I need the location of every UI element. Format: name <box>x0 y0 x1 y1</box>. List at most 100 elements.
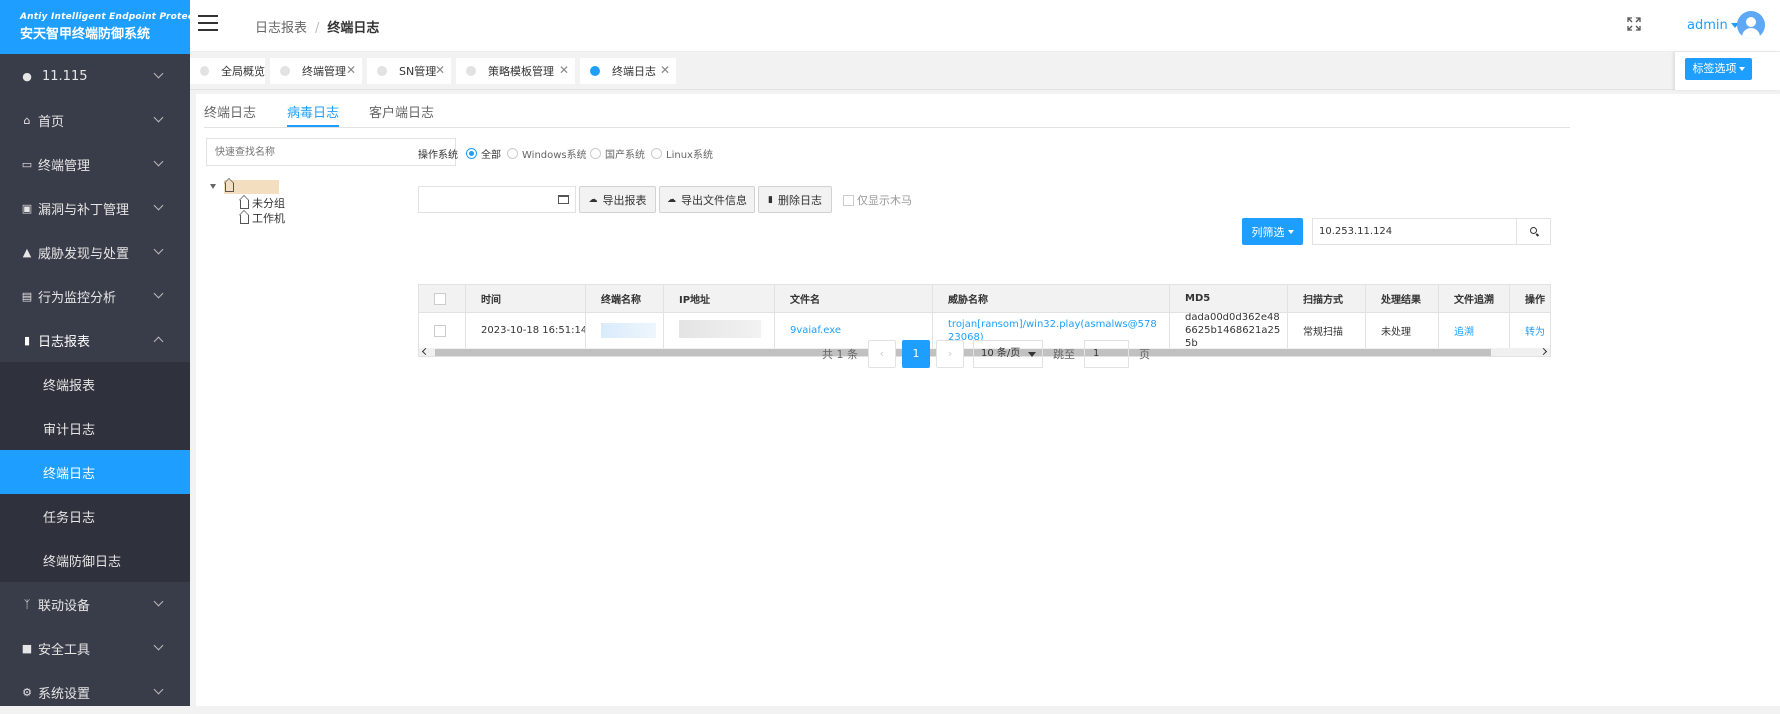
page-size-select[interactable]: 10 条/页 <box>973 340 1043 368</box>
calendar-icon[interactable] <box>558 195 569 204</box>
tree-node-ungrouped[interactable]: 未分组 <box>216 195 285 210</box>
col-result[interactable]: 处理结果 <box>1366 285 1439 312</box>
chevron-down-icon <box>153 684 164 695</box>
sidebar-item-behavior[interactable]: ▤ 行为监控分析 <box>0 274 190 318</box>
sidebar-item-vuln-patch[interactable]: ▣ 漏洞与补丁管理 <box>0 186 190 230</box>
sidebar-item-log-report[interactable]: ▮ 日志报表 <box>0 318 190 362</box>
menu-toggle-icon[interactable] <box>198 15 218 33</box>
os-radio-domestic[interactable]: 国产系统 <box>590 146 645 161</box>
col-trace[interactable]: 文件追溯 <box>1439 285 1510 312</box>
close-icon[interactable]: ✕ <box>346 63 356 77</box>
col-scan-mode[interactable]: 扫描方式 <box>1288 285 1366 312</box>
page-unit-label: 页 <box>1139 348 1150 361</box>
search-button[interactable] <box>1516 218 1551 245</box>
tab-label: 策略模板管理 <box>488 65 554 78</box>
col-ip[interactable]: IP地址 <box>664 285 775 312</box>
sidebar-item-terminal-mgmt[interactable]: ▭ 终端管理 <box>0 142 190 186</box>
chevron-down-icon <box>153 596 164 607</box>
total-count: 共 1 条 <box>822 348 858 361</box>
delete-log-button[interactable]: ▮ 删除日志 <box>758 186 832 213</box>
os-radio-all[interactable]: 全部 <box>466 146 501 161</box>
caret-down-icon[interactable] <box>210 184 216 189</box>
sidebar-sub-defense-log[interactable]: 终端防御日志 <box>0 538 190 582</box>
scroll-left-icon[interactable] <box>421 347 430 356</box>
page-tab-overview[interactable]: 全局概览 <box>190 58 265 84</box>
export-file-info-button[interactable]: ☁ 导出文件信息 <box>659 186 755 213</box>
col-filename[interactable]: 文件名 <box>775 285 933 312</box>
close-icon[interactable]: ✕ <box>559 63 569 77</box>
close-icon[interactable]: ✕ <box>660 63 670 77</box>
sidebar-item-settings[interactable]: ⚙ 系统设置 <box>0 670 190 714</box>
date-range-input[interactable] <box>418 186 576 213</box>
page-tab-strip: 全局概览 终端管理 ✕ SN管理 ✕ 策略模板管理 ✕ 终端日志 ✕ 标签选项 <box>190 52 1780 90</box>
tab-terminal-log[interactable]: 终端日志 <box>204 102 256 121</box>
sidebar-sub-terminal-report[interactable]: 终端报表 <box>0 362 190 406</box>
checkbox-icon[interactable] <box>434 292 446 305</box>
cell-scan-mode: 常规扫描 <box>1288 313 1366 348</box>
tag-options-button[interactable]: 标签选项 <box>1685 58 1752 80</box>
column-filter-button[interactable]: 列筛选 <box>1242 218 1303 245</box>
close-icon[interactable]: ✕ <box>435 63 445 77</box>
home-icon <box>240 214 249 224</box>
row-select[interactable] <box>419 313 466 348</box>
os-radio-linux[interactable]: Linux系统 <box>651 146 713 161</box>
header-select-all[interactable] <box>419 285 466 312</box>
sidebar-item-security-tools[interactable]: ■ 安全工具 <box>0 626 190 670</box>
trojan-only-checkbox[interactable]: 仅显示木马 <box>843 192 912 208</box>
tree-node-workstation[interactable]: 工作机 <box>216 210 285 225</box>
os-radio-windows[interactable]: Windows系统 <box>507 146 587 161</box>
warning-icon: ▲ <box>22 245 32 259</box>
logo-english: Antiy Intelligent Endpoint Protection <box>20 12 215 22</box>
scroll-right-icon[interactable] <box>1539 347 1548 356</box>
top-header: 日志报表 / 终端日志 admin <box>190 0 1780 52</box>
sidebar-item-label: 终端管理 <box>38 158 91 174</box>
sidebar-sub-terminal-log[interactable]: 终端日志 <box>0 450 190 494</box>
sidebar-item-ip[interactable]: ● 11.115 <box>0 54 190 98</box>
avatar[interactable] <box>1737 11 1765 39</box>
sidebar-item-threat[interactable]: ▲ 威胁发现与处置 <box>0 230 190 274</box>
sidebar-item-home[interactable]: ⌂ 首页 <box>0 98 190 142</box>
os-filter-label: 操作系统 <box>418 150 458 161</box>
tab-client-log[interactable]: 客户端日志 <box>369 102 434 121</box>
button-label: 导出报表 <box>602 193 647 207</box>
page-tab-terminal-log[interactable]: 终端日志 ✕ <box>580 58 676 84</box>
next-page-button[interactable]: › <box>936 340 964 368</box>
sidebar-sub-audit-log[interactable]: 审计日志 <box>0 406 190 450</box>
tab-status-dot <box>200 66 209 76</box>
home-icon: ⌂ <box>23 113 31 127</box>
user-menu[interactable]: admin <box>1687 18 1739 33</box>
col-terminal-name[interactable]: 终端名称 <box>586 285 664 312</box>
fullscreen-icon[interactable] <box>1627 17 1641 31</box>
lock-icon: ▣ <box>21 201 33 215</box>
col-time[interactable]: 时间 <box>466 285 586 312</box>
ip-search-input[interactable]: 10.253.11.124 <box>1312 218 1517 245</box>
logo-chinese: 安天智甲终端防御系统 <box>20 27 151 42</box>
sidebar-item-linkage[interactable]: ᛉ 联动设备 <box>0 582 190 626</box>
col-threat-name[interactable]: 威胁名称 <box>933 285 1170 312</box>
sidebar-sub-task-log[interactable]: 任务日志 <box>0 494 190 538</box>
tag-options-label: 标签选项 <box>1692 62 1737 75</box>
trace-link[interactable]: 追溯 <box>1439 313 1510 348</box>
tab-label: 全局概览 <box>221 65 265 78</box>
page-tab-terminal-mgmt[interactable]: 终端管理 ✕ <box>270 58 362 84</box>
col-action[interactable]: 操作 <box>1510 285 1550 312</box>
gear-icon: ⚙ <box>22 685 32 699</box>
page-tab-sn-mgmt[interactable]: SN管理 ✕ <box>367 58 451 84</box>
location-pin-icon: ● <box>22 69 32 83</box>
prev-page-button[interactable]: ‹ <box>868 340 896 368</box>
export-report-button[interactable]: ☁ 导出报表 <box>579 186 656 213</box>
tab-status-dot <box>590 66 600 76</box>
checkbox-icon[interactable] <box>434 324 446 337</box>
page-tab-policy-template[interactable]: 策略模板管理 ✕ <box>456 58 575 84</box>
tab-virus-log[interactable]: 病毒日志 <box>287 102 340 127</box>
convert-link[interactable]: 转为 <box>1510 313 1550 348</box>
sidebar-item-label: 联动设备 <box>38 598 91 614</box>
goto-label: 跳至 <box>1053 348 1075 361</box>
breadcrumb-parent[interactable]: 日志报表 <box>255 21 307 36</box>
tree-root[interactable] <box>210 180 285 195</box>
radio-icon <box>507 148 518 159</box>
goto-page-input[interactable]: 1 <box>1084 340 1129 368</box>
page-button[interactable]: 1 <box>902 340 930 368</box>
caret-down-icon <box>1738 67 1745 71</box>
col-md5[interactable]: MD5 <box>1170 285 1288 312</box>
